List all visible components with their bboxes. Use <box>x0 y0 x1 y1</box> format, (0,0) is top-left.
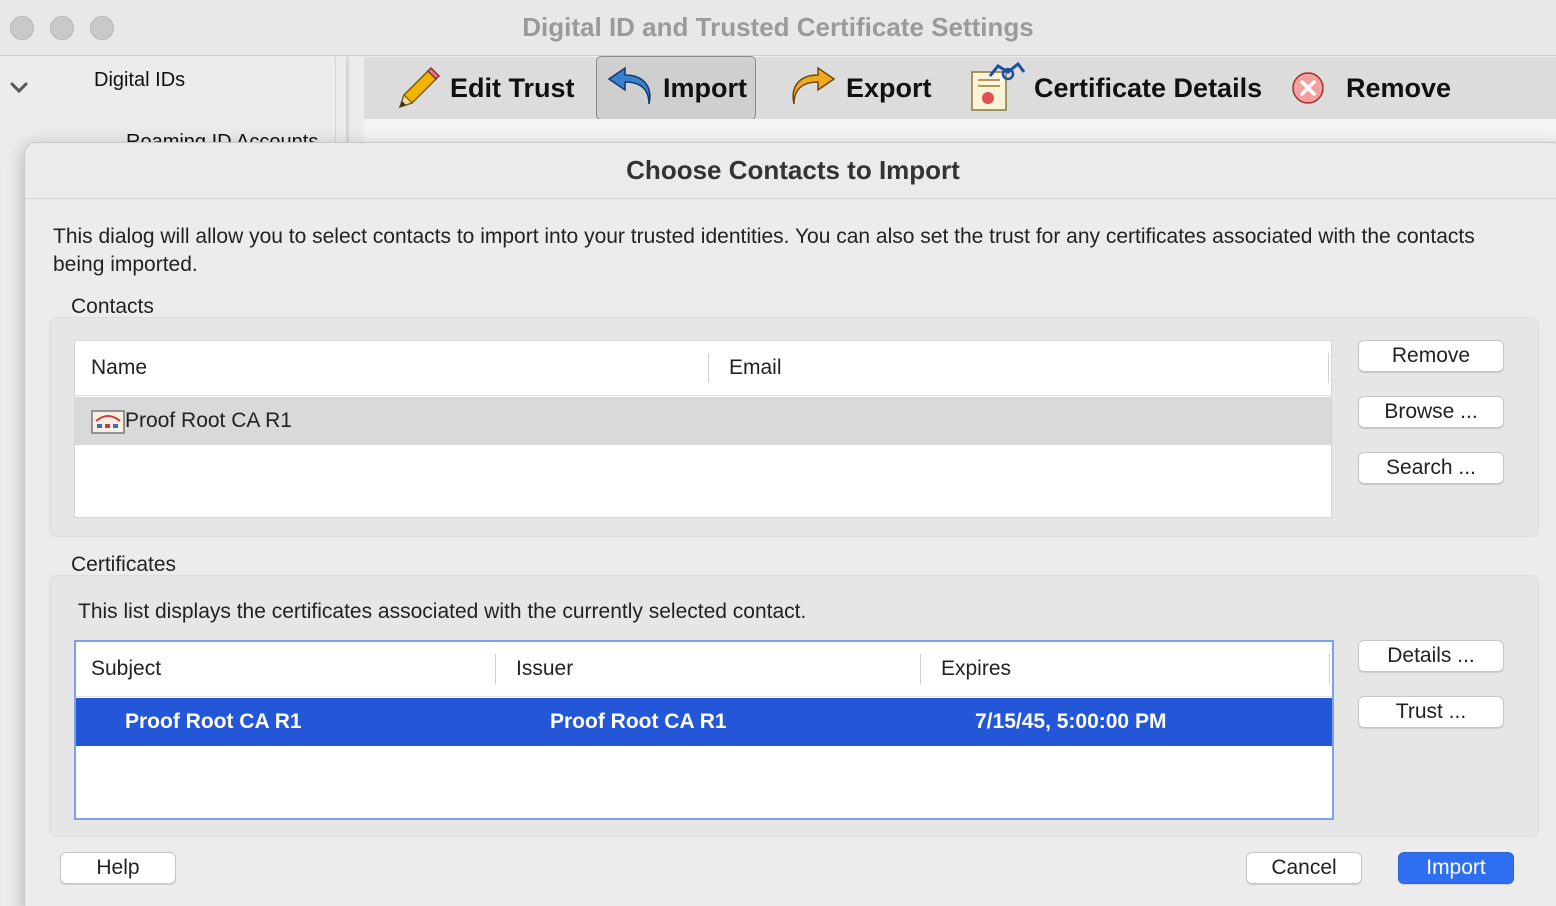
column-separator[interactable] <box>708 353 709 383</box>
list-header-strip <box>364 119 1556 143</box>
certificates-table-header: Subject Issuer Expires <box>76 642 1332 697</box>
dialog-titlebar: Choose Contacts to Import <box>25 143 1556 199</box>
export-label: Export <box>846 72 932 103</box>
edit-trust-label: Edit Trust <box>450 72 575 103</box>
contact-name: Proof Root CA R1 <box>125 409 292 432</box>
certificate-row[interactable]: Proof Root CA R1 Proof Root CA R1 7/15/4… <box>76 698 1332 746</box>
dialog-description: This dialog will allow you to select con… <box>53 225 1475 276</box>
browse-button[interactable]: Browse ... <box>1358 396 1504 428</box>
details-button[interactable]: Details ... <box>1358 640 1504 672</box>
remove-toolbar-label: Remove <box>1346 72 1452 103</box>
import-toolbar-label: Import <box>663 72 747 103</box>
certificate-expires: 7/15/45, 5:00:00 PM <box>975 710 1167 733</box>
certificate-subject: Proof Root CA R1 <box>125 710 302 733</box>
import-toolbar-button[interactable]: Import <box>596 56 756 120</box>
split-divider[interactable] <box>346 57 349 147</box>
choose-contacts-dialog: Choose Contacts to Import This dialog wi… <box>24 142 1556 906</box>
window-titlebar: Digital ID and Trusted Certificate Setti… <box>0 0 1556 56</box>
contacts-group-label: Contacts <box>71 295 154 318</box>
certificates-group-label: Certificates <box>71 553 177 576</box>
column-separator[interactable] <box>495 654 496 684</box>
export-arrow-icon <box>792 66 836 105</box>
column-separator[interactable] <box>1328 353 1329 383</box>
column-separator[interactable] <box>1329 654 1330 684</box>
certificate-issuer: Proof Root CA R1 <box>550 710 727 733</box>
certificates-description: This list displays the certificates asso… <box>78 600 807 623</box>
toolbar: Edit Trust Import Export Certificate Det… <box>364 56 1556 120</box>
sidebar-item-digital-ids[interactable]: Digital IDs <box>94 69 185 92</box>
column-header-subject[interactable]: Subject <box>91 657 161 681</box>
pencil-icon <box>398 66 441 109</box>
column-header-name[interactable]: Name <box>91 356 147 380</box>
trust-button[interactable]: Trust ... <box>1358 696 1504 728</box>
edit-trust-button[interactable]: Edit Trust <box>392 57 575 119</box>
certificate-details-label: Certificate Details <box>1034 72 1263 103</box>
cancel-button[interactable]: Cancel <box>1246 852 1362 884</box>
column-header-expires[interactable]: Expires <box>941 657 1011 681</box>
window-title: Digital ID and Trusted Certificate Setti… <box>522 12 1034 42</box>
contact-row[interactable]: Proof Root CA R1 <box>75 397 1331 445</box>
import-button[interactable]: Import <box>1398 852 1514 884</box>
certificate-contact-icon <box>91 410 125 434</box>
contacts-group: Name Email Proof Root CA R1 Remove Brows… <box>49 317 1539 537</box>
dialog-title: Choose Contacts to Import <box>626 155 960 185</box>
remove-toolbar-button[interactable]: Remove <box>1288 57 1451 119</box>
certificates-group: This list displays the certificates asso… <box>49 575 1539 837</box>
help-button[interactable]: Help <box>60 852 176 884</box>
search-button[interactable]: Search ... <box>1358 452 1504 484</box>
contacts-table-header: Name Email <box>75 341 1331 396</box>
certificates-table[interactable]: Subject Issuer Expires Proof Root CA R1 … <box>74 640 1334 820</box>
remove-icon <box>1292 72 1324 104</box>
column-separator[interactable] <box>920 654 921 684</box>
contacts-table[interactable]: Name Email Proof Root CA R1 <box>74 340 1332 518</box>
import-arrow-icon <box>607 66 651 105</box>
chevron-down-icon[interactable] <box>8 77 30 99</box>
certificate-details-button[interactable]: Certificate Details <box>968 57 1262 119</box>
column-header-issuer[interactable]: Issuer <box>516 657 573 681</box>
remove-contact-button[interactable]: Remove <box>1358 340 1504 372</box>
certificate-icon <box>971 62 1026 111</box>
column-header-email[interactable]: Email <box>729 356 782 380</box>
export-button[interactable]: Export <box>788 57 932 119</box>
